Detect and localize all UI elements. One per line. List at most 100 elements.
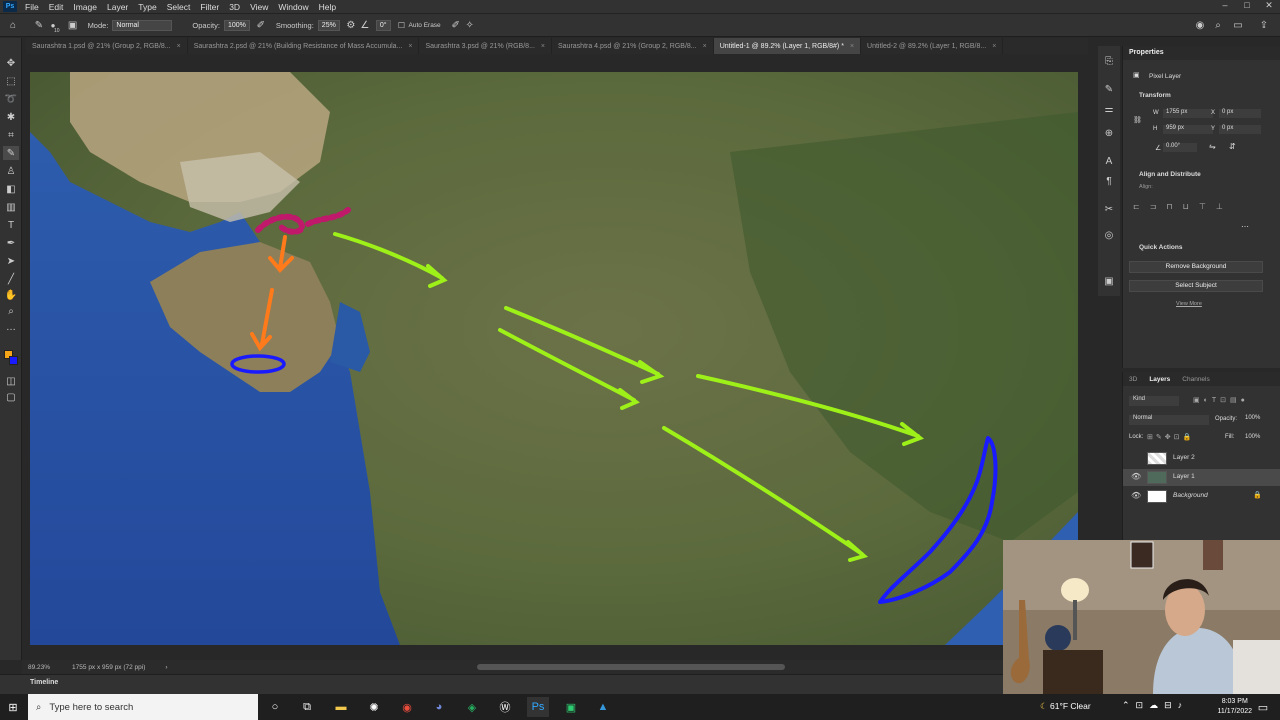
system-tray-icons[interactable]: ⌃⊡☁⊟♪ <box>1122 700 1188 711</box>
brush-tool-icon[interactable]: ✎ <box>32 20 46 31</box>
app-w-icon[interactable]: Ⓦ <box>494 697 516 717</box>
eraser-tool-icon[interactable]: ◧ <box>3 182 19 196</box>
lock-icons[interactable]: ⊞✎✥⊡🔒 <box>1147 433 1194 441</box>
close-icon[interactable]: × <box>408 43 412 50</box>
align-distribute-heading[interactable]: Align and Distribute <box>1139 171 1201 178</box>
more-tools-icon[interactable]: … <box>3 320 19 334</box>
tab-saurashtra-4[interactable]: Saurashtra 4.psd @ 21% (Group 2, RGB/8..… <box>552 38 714 54</box>
properties-tab[interactable]: Properties <box>1123 46 1280 60</box>
timeline-label[interactable]: Timeline <box>30 679 58 686</box>
marquee-tool-icon[interactable]: ⬚ <box>3 74 19 88</box>
character-icon[interactable]: A <box>1101 154 1117 168</box>
tab-untitled-1[interactable]: Untitled-1 @ 89.2% (Layer 1, RGB/8#) * × <box>713 38 862 54</box>
close-icon[interactable]: × <box>541 43 545 50</box>
libraries-icon[interactable]: ⊕ <box>1101 126 1117 140</box>
zoom-tool-icon[interactable]: ⌕ <box>3 304 19 318</box>
close-icon[interactable]: × <box>703 43 707 50</box>
menu-layer[interactable]: Layer <box>102 2 133 12</box>
menu-filter[interactable]: Filter <box>195 2 224 12</box>
close-icon[interactable]: ✕ <box>1258 0 1280 11</box>
gear-icon[interactable]: ⚙ <box>344 20 358 31</box>
flip-horizontal-icon[interactable]: ⇋ <box>1209 142 1216 151</box>
crop-tool-icon[interactable]: ⌗ <box>3 128 19 142</box>
layer-row-layer-1[interactable]: 👁 Layer 1 <box>1123 469 1280 486</box>
windows-start-icon[interactable]: ⊞ <box>2 697 24 717</box>
angle-input[interactable]: 0° <box>375 19 391 31</box>
layer-filter-icons[interactable]: ▣◐T⊡▤● <box>1193 396 1249 404</box>
minimize-icon[interactable]: – <box>1214 0 1236 11</box>
pressure-size-icon[interactable]: ✐ <box>449 20 463 31</box>
search-icon[interactable]: ⌕ <box>1211 20 1225 31</box>
menu-help[interactable]: Help <box>314 2 341 12</box>
width-input[interactable]: 1755 px <box>1163 109 1213 118</box>
tools-panel-icon[interactable]: ✂ <box>1101 202 1117 216</box>
navigator-icon[interactable]: ◎ <box>1101 228 1117 242</box>
symmetry-icon[interactable]: ✧ <box>463 20 477 31</box>
path-select-tool-icon[interactable]: ➤ <box>3 254 19 268</box>
link-icon[interactable]: ⛓ <box>1133 116 1142 124</box>
history-icon[interactable]: ⎘ <box>1101 54 1117 68</box>
task-view-icon[interactable]: ⧉ <box>296 697 318 717</box>
brush-settings-panel-icon[interactable]: ✎ <box>1101 82 1117 96</box>
fill-input[interactable]: 100% <box>1245 434 1260 440</box>
mode-select[interactable]: Normal <box>112 19 173 31</box>
paragraph-icon[interactable]: ¶ <box>1101 174 1117 188</box>
tab-layers[interactable]: Layers <box>1149 376 1170 383</box>
type-tool-icon[interactable]: T <box>3 218 19 232</box>
layer-opacity-input[interactable]: 100% <box>1245 415 1260 421</box>
remove-background-button[interactable]: Remove Background <box>1129 261 1263 273</box>
layers-app-icon[interactable]: ◈ <box>461 697 483 717</box>
eye-icon[interactable]: 👁 <box>1131 472 1141 481</box>
close-icon[interactable]: × <box>177 43 181 50</box>
quick-actions-heading[interactable]: Quick Actions <box>1139 244 1182 251</box>
select-subject-button[interactable]: Select Subject <box>1129 280 1263 292</box>
chevron-right-icon[interactable]: › <box>165 664 167 671</box>
home-icon[interactable]: ⌂ <box>6 20 20 31</box>
brush-settings-icon[interactable]: ▣ <box>66 20 80 31</box>
file-explorer-icon[interactable]: ▬ <box>330 697 352 717</box>
close-icon[interactable]: × <box>992 43 996 50</box>
background-color-swatch[interactable] <box>9 356 18 365</box>
doc-info[interactable]: 1755 px x 959 px (72 ppi) <box>72 664 145 671</box>
share-icon[interactable]: ⇪ <box>1257 20 1271 31</box>
chrome-icon[interactable]: ◉ <box>396 697 418 717</box>
user-icon[interactable]: ◉ <box>1193 20 1207 31</box>
menu-file[interactable]: File <box>20 2 44 12</box>
smoothing-input[interactable]: 25% <box>317 19 340 31</box>
adjustments-icon[interactable]: ⚌ <box>1101 102 1117 116</box>
filter-kind-select[interactable]: Kind <box>1129 396 1179 406</box>
tab-untitled-2[interactable]: Untitled-2 @ 89.2% (Layer 1, RGB/8... × <box>861 38 1004 54</box>
tab-saurashtra-1[interactable]: Saurashtra 1.psd @ 21% (Group 2, RGB/8..… <box>26 38 188 54</box>
checkbox-icon[interactable]: ☐ <box>395 21 409 30</box>
horizontal-scrollbar[interactable] <box>477 664 785 670</box>
stamp-tool-icon[interactable]: ♙ <box>3 164 19 178</box>
maximize-icon[interactable]: □ <box>1236 0 1258 11</box>
taskbar-search[interactable]: ⌕ Type here to search <box>28 694 258 720</box>
cortana-icon[interactable]: ○ <box>264 697 286 717</box>
menu-view[interactable]: View <box>245 2 273 12</box>
layer-row-layer-2[interactable]: Layer 2 <box>1123 450 1280 467</box>
hand-tool-icon[interactable]: ✋ <box>3 288 19 302</box>
app-icon[interactable]: ✺ <box>363 697 385 717</box>
move-tool-icon[interactable]: ✥ <box>3 56 19 70</box>
notification-icon[interactable]: ▭ <box>1252 697 1274 717</box>
transform-heading[interactable]: Transform <box>1139 92 1171 99</box>
menu-edit[interactable]: Edit <box>44 2 69 12</box>
weather-widget[interactable]: ☾ 61°F Clear <box>1040 701 1091 712</box>
tab-3d[interactable]: 3D <box>1129 376 1137 383</box>
quick-mask-icon[interactable]: ◫ <box>3 374 19 388</box>
layer-row-background[interactable]: 👁 Background 🔒 <box>1123 488 1280 505</box>
discord-icon[interactable]: ◕ <box>428 697 450 717</box>
view-more-link[interactable]: View More <box>1176 301 1202 307</box>
pressure-opacity-icon[interactable]: ✐ <box>254 20 268 31</box>
tab-saurashtra-2[interactable]: Saurashtra 2.psd @ 21% (Building Resista… <box>188 38 420 54</box>
map-canvas[interactable] <box>30 72 1078 645</box>
x-input[interactable]: 0 px <box>1219 109 1261 118</box>
align-buttons[interactable]: ⊏⊐⊓⊔⊤⊥ <box>1133 202 1233 211</box>
menu-image[interactable]: Image <box>68 2 102 12</box>
clock[interactable]: 8:03 PM 11/17/2022 <box>1217 697 1252 717</box>
screen-mode-icon[interactable]: ▢ <box>3 390 19 404</box>
menu-3d[interactable]: 3D <box>224 2 245 12</box>
workspace-icon[interactable]: ▭ <box>1231 20 1245 31</box>
obs-icon[interactable]: ▣ <box>560 697 582 717</box>
